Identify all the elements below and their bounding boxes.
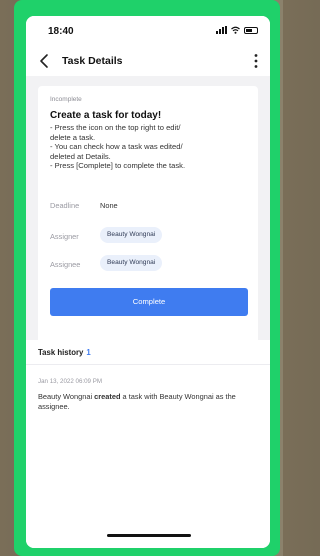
assignee-label: Assignee [50,260,81,269]
task-title: Create a task for today! [50,110,162,121]
task-description-line: deleted at Details. [50,151,111,161]
task-history-title: Task history [38,348,84,357]
assigner-label: Assigner [50,232,79,241]
task-history-section: Task history 1 Jan 13, 2022 06:09 PM Beau… [26,340,270,548]
task-history-header: Task history 1 [38,348,91,357]
more-vertical-icon[interactable] [252,52,260,70]
task-description-line: - Press [Complete] to complete the task. [50,161,186,170]
history-entry-action: created [94,392,121,401]
task-status-label: Incomplete [50,96,82,103]
home-indicator [107,534,191,537]
assignee-chip[interactable]: Beauty Wongnai [100,255,163,271]
complete-button[interactable]: Complete [50,288,248,316]
history-entry-actor: Beauty Wongnai [38,392,93,401]
deadline-value: None [100,201,118,210]
system-icons [216,26,258,34]
battery-icon [244,26,258,34]
task-description: - Press the icon on the top right to edi… [50,123,258,171]
status-bar: 18:40 [26,16,270,46]
phone-screen: 18:40 Task Details Incomplete Create a t… [26,16,270,548]
page-title: Task Details [62,55,123,67]
divider [26,364,270,365]
assigner-chip[interactable]: Beauty Wongnai [100,227,163,243]
history-entry-time: Jan 13, 2022 06:09 PM [38,378,102,385]
wifi-icon [231,26,240,34]
top-nav-bar: Task Details [26,46,270,76]
signal-icon [216,26,227,34]
task-description-line: - Press the icon on the top right to edi… [50,123,181,132]
task-description-line: - You can check how a task was edited/ [50,142,183,151]
deadline-label: Deadline [50,201,80,210]
history-entry-text: Beauty Wongnai created a task with Beaut… [38,392,238,411]
task-description-line: delete a task. [50,132,96,142]
task-history-count: 1 [86,348,91,357]
status-time: 18:40 [48,26,74,37]
task-card: Incomplete Create a task for today! - Pr… [38,86,258,346]
back-chevron-icon[interactable] [38,53,52,69]
